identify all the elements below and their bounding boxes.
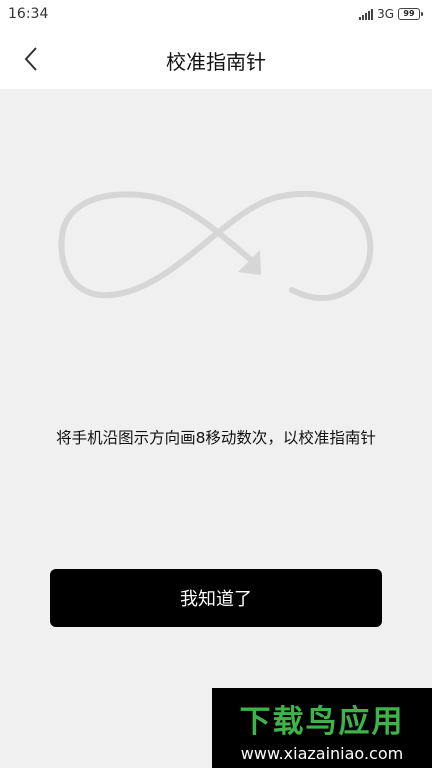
- status-time: 16:34: [8, 6, 49, 22]
- watermark-url: www.xiazainiao.com: [240, 744, 404, 763]
- signal-icon: [359, 8, 374, 20]
- battery-icon: 99: [398, 8, 423, 20]
- watermark-title: 下载鸟应用: [239, 704, 405, 740]
- confirm-button[interactable]: 我知道了: [50, 569, 382, 627]
- figure-eight-arrow-icon: [58, 190, 374, 301]
- page-title: 校准指南针: [166, 50, 266, 74]
- instruction-text: 将手机沿图示方向画8移动数次，以校准指南针: [56, 429, 376, 447]
- battery-level: 99: [403, 9, 415, 18]
- status-bar: 16:34 3G 99: [0, 0, 432, 30]
- status-indicators: 3G 99: [359, 7, 423, 21]
- network-type: 3G: [377, 7, 394, 21]
- header: 校准指南针: [0, 30, 432, 89]
- watermark-logo: 下载鸟应用 www.xiazainiao.com: [212, 688, 432, 768]
